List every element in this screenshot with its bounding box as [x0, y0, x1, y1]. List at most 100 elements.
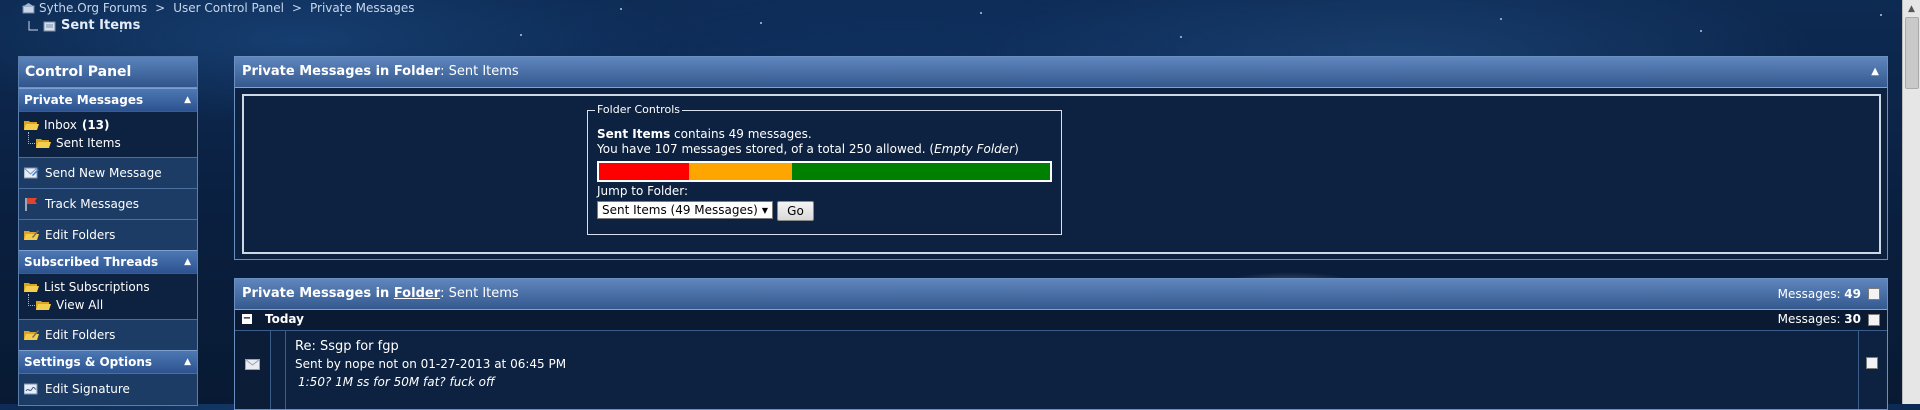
collapse-group-toggle[interactable]: −	[242, 314, 252, 324]
sidebar-item-label: Edit Folders	[45, 328, 116, 342]
message-list-panel: Private Messages in Folder: Sent Items M…	[234, 278, 1888, 410]
message-list-header: Private Messages in Folder: Sent Items M…	[235, 279, 1887, 310]
group-count: Messages: 30	[1778, 312, 1861, 326]
sidebar-item-edit-signature[interactable]: Edit Signature	[19, 373, 197, 404]
sidebar-item-label: Track Messages	[45, 197, 140, 211]
edit-folder-icon	[24, 230, 39, 240]
collapse-icon[interactable]: ▲	[1871, 57, 1879, 87]
edit-folder-icon	[24, 330, 39, 340]
select-all-checkbox[interactable]	[1868, 288, 1880, 300]
breadcrumb-link-forums[interactable]: Sythe.Org Forums	[39, 0, 147, 16]
control-panel-sidebar: Control Panel Private Messages ▲ Inbox (…	[18, 56, 198, 406]
panel-title-rest: : Sent Items	[440, 64, 519, 79]
jump-to-folder-select[interactable]: Sent Items (49 Messages) ▼	[597, 201, 773, 219]
total-messages-count: 49	[1844, 287, 1861, 301]
flag-icon	[25, 198, 37, 211]
sidebar-section-subscribed-threads[interactable]: Subscribed Threads ▲	[19, 250, 197, 273]
sidebar-section-label: Subscribed Threads	[24, 255, 159, 269]
scrollbar-thumb[interactable]	[1905, 17, 1919, 89]
total-messages-label: Messages:	[1777, 287, 1845, 301]
control-panel-title: Control Panel	[19, 57, 197, 88]
total-messages: Messages: 49	[1778, 279, 1861, 309]
sidebar-item-label: Edit Signature	[45, 382, 130, 396]
folder-controls: Folder Controls Sent Items contains 49 m…	[587, 103, 1062, 235]
usage-bar-segment	[599, 163, 690, 180]
signature-icon	[24, 383, 38, 395]
open-folder-icon	[24, 120, 39, 130]
scroll-up-icon[interactable]: ▲	[1903, 0, 1920, 17]
breadcrumb-link-private-messages[interactable]: Private Messages	[310, 0, 415, 16]
go-button[interactable]: Go	[777, 201, 814, 221]
breadcrumb-link-user-cp[interactable]: User Control Panel	[173, 0, 284, 16]
list-title-rest: : Sent Items	[440, 286, 519, 301]
breadcrumb-separator: >	[291, 1, 302, 15]
sidebar-item-list-subscriptions[interactable]: List Subscriptions	[24, 278, 192, 296]
storage-text: You have 107 messages stored, of a total…	[597, 142, 935, 156]
storage-summary: You have 107 messages stored, of a total…	[597, 142, 1019, 156]
sidebar-item-view-all[interactable]: View All	[24, 294, 192, 314]
sidebar-item-label: List Subscriptions	[44, 280, 150, 294]
breadcrumb-separator: >	[155, 1, 166, 15]
folder-contains-text: contains 49 messages.	[670, 127, 812, 141]
sidebar-item-label: Inbox	[44, 118, 77, 132]
group-count-value: 30	[1844, 312, 1861, 326]
tree-line-icon	[28, 21, 38, 31]
sidebar-section-label: Private Messages	[24, 93, 144, 107]
message-row: Re: Ssgp for fgp Sent by nope not on 01-…	[235, 331, 1887, 409]
page-title: Sent Items	[61, 18, 141, 33]
folder-page-icon	[43, 21, 56, 31]
message-status-cell	[235, 331, 271, 409]
group-today: − Today Messages: 30	[235, 310, 1887, 331]
storage-text-end: )	[1014, 142, 1019, 156]
usage-bar-segment	[792, 163, 1050, 180]
sidebar-folder-list: Inbox (13) Sent Items	[19, 111, 197, 157]
jump-to-folder-label: Jump to Folder:	[597, 184, 689, 198]
breadcrumb: Sythe.Org Forums > User Control Panel > …	[22, 0, 414, 36]
sidebar-item-label: Edit Folders	[45, 228, 116, 242]
sidebar-item-track-messages[interactable]: Track Messages	[19, 188, 197, 219]
empty-folder-link[interactable]: Empty Folder	[934, 142, 1014, 156]
message-checkbox[interactable]	[1866, 357, 1878, 369]
select-group-checkbox[interactable]	[1868, 314, 1880, 326]
sidebar-item-label: Send New Message	[45, 166, 162, 180]
group-label: Today	[265, 312, 304, 326]
storage-usage-bar	[597, 161, 1052, 182]
collapse-icon[interactable]: ▲	[184, 351, 191, 373]
forum-home-icon[interactable]	[22, 2, 35, 14]
collapse-icon[interactable]: ▲	[184, 89, 191, 111]
group-count-label: Messages:	[1777, 312, 1845, 326]
message-meta: Sent by nope not on 01-27-2013 at 06:45 …	[295, 357, 567, 371]
message-preview: 1:50? 1M ss for 50M fat? fuck off	[298, 375, 495, 389]
folder-panel-header: Private Messages in Folder: Sent Items ▲	[235, 57, 1887, 88]
open-folder-icon	[24, 282, 39, 292]
open-folder-icon	[36, 138, 51, 148]
compose-message-icon	[24, 167, 39, 179]
sidebar-item-inbox[interactable]: Inbox (13)	[24, 116, 192, 134]
sidebar-section-private-messages[interactable]: Private Messages ▲	[19, 88, 197, 111]
sidebar-section-label: Settings & Options	[24, 355, 153, 369]
chevron-down-icon: ▼	[761, 205, 769, 215]
list-title-bold: Private Messages in	[242, 286, 394, 301]
folder-name: Sent Items	[597, 127, 671, 141]
message-title-link[interactable]: Re: Ssgp for fgp	[295, 339, 399, 354]
folder-link[interactable]: Folder	[394, 286, 440, 301]
sidebar-item-edit-folders[interactable]: Edit Folders	[19, 219, 197, 250]
message-select-cell	[1858, 331, 1887, 409]
sidebar-item-edit-subscription-folders[interactable]: Edit Folders	[19, 319, 197, 350]
inbox-unread-count: (13)	[81, 118, 110, 132]
message-icon-cell	[271, 331, 286, 409]
sidebar-subscription-list: List Subscriptions View All	[19, 273, 197, 319]
collapse-icon[interactable]: ▲	[184, 251, 191, 273]
envelope-icon	[245, 359, 260, 370]
sidebar-item-label: Sent Items	[56, 136, 121, 150]
sidebar-item-send-new-message[interactable]: Send New Message	[19, 157, 197, 188]
sidebar-item-label: View All	[56, 298, 104, 312]
panel-title-bold: Private Messages in Folder	[242, 64, 441, 79]
open-folder-icon	[36, 300, 51, 310]
usage-bar-segment	[689, 163, 792, 180]
folder-summary: Sent Items contains 49 messages.	[597, 127, 812, 141]
vertical-scrollbar[interactable]: ▲	[1902, 0, 1920, 404]
jump-select-value: Sent Items (49 Messages)	[602, 203, 758, 217]
sidebar-item-sent-items[interactable]: Sent Items	[24, 132, 192, 152]
sidebar-section-settings[interactable]: Settings & Options ▲	[19, 350, 197, 373]
